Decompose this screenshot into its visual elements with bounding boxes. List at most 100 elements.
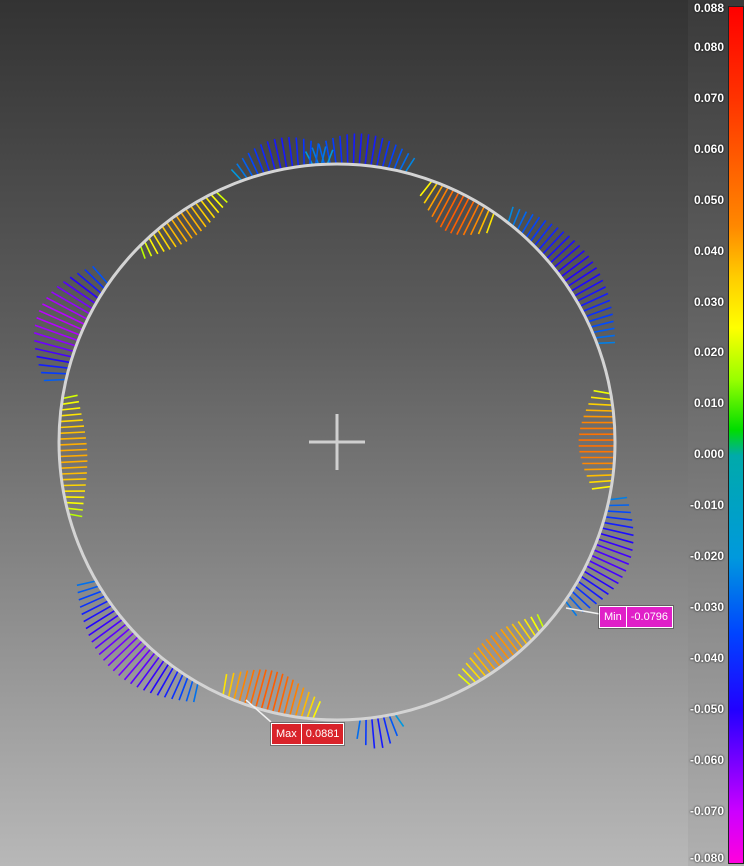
deviation-whisker [81, 599, 110, 616]
deviation-whisker [170, 218, 188, 242]
deviation-whisker [60, 466, 88, 469]
deviation-whisker [59, 448, 88, 452]
deviation-whisker [156, 666, 175, 696]
legend-tick-label: 0.070 [693, 90, 724, 105]
deviation-whisker [192, 682, 199, 703]
deviation-whisker [358, 133, 363, 165]
max-callout[interactable]: Max 0.0881 [271, 723, 345, 745]
deviation-whisker [593, 389, 611, 395]
deviation-whisker [590, 554, 627, 572]
deviation-whisker [596, 341, 616, 345]
deviation-whisker [84, 269, 106, 290]
deviation-whisker [376, 716, 384, 749]
legend-tick-label: -0.060 [689, 753, 724, 768]
deviation-whisker [295, 137, 300, 167]
deviation-whisker [36, 355, 71, 364]
max-callout-label: Max [272, 724, 302, 744]
deviation-whisker [590, 320, 614, 328]
deviation-whisker [576, 286, 606, 303]
deviation-whisker [586, 474, 614, 477]
deviation-whisker [608, 496, 628, 501]
deviation-whisker [533, 223, 553, 247]
deviation-whisker [222, 673, 228, 696]
legend-tick-label: 0.010 [693, 396, 724, 411]
legend-tick-label: 0.060 [693, 141, 724, 156]
deviation-whisker [381, 140, 391, 168]
legend-tick-label: -0.020 [689, 549, 724, 564]
deviation-whisker [592, 327, 615, 334]
deviation-whisker [185, 679, 194, 702]
deviation-whisker [60, 472, 87, 475]
max-callout-value: 0.0881 [305, 728, 340, 740]
legend-tick-label: -0.050 [689, 702, 724, 717]
deviation-whisker [83, 604, 113, 623]
legend-tick-label: 0.030 [693, 294, 724, 309]
deviation-whisker [607, 504, 630, 507]
deviation-whisker [227, 672, 235, 699]
deviation-whisker [271, 673, 284, 713]
deviation-whisker [60, 407, 81, 411]
deviation-whisker [352, 133, 356, 165]
legend-tick-label: 0.080 [693, 39, 724, 54]
deviation-whisker [254, 669, 267, 709]
deviation-whisker [66, 507, 83, 511]
deviation-whisker [511, 623, 528, 646]
deviation-whisker [180, 211, 198, 236]
deviation-whisker [602, 521, 634, 529]
deviation-whisker [62, 394, 78, 400]
deviation-whisker [61, 478, 87, 481]
deviation-whisker [536, 613, 545, 629]
deviation-whisker [590, 396, 612, 401]
deviation-whisker [594, 334, 615, 339]
deviation-whisker [339, 135, 343, 165]
deviation-whisker [511, 208, 521, 227]
min-callout-value: -0.0796 [630, 611, 669, 623]
deviation-whisker [332, 137, 337, 165]
deviation-whisker [143, 241, 153, 257]
deviation-whisker [570, 273, 601, 293]
deviation-whisker [382, 715, 392, 744]
deviation-whisker [346, 134, 349, 165]
deviation-whisker [65, 501, 84, 505]
deviation-whisker [62, 484, 86, 487]
deviation-whisker [175, 214, 193, 239]
deviation-whisker [43, 378, 67, 382]
deviation-whisker [462, 202, 481, 236]
legend-tick-label: -0.030 [689, 600, 724, 615]
deviation-whisker [394, 713, 405, 727]
deviation-viewport[interactable]: Max 0.0881 Min -0.0796 0.088 0.080 0.070 0.… [0, 0, 744, 866]
legend-tick-label: 0.020 [693, 345, 724, 360]
deviation-whisker [469, 657, 487, 678]
deviation-whisker [477, 647, 497, 671]
deviation-whisker [59, 431, 86, 435]
legend-tick-label: 0.050 [693, 192, 724, 207]
deviation-whisker [604, 516, 633, 521]
deviation-whisker [517, 621, 533, 642]
deviation-whisker [606, 510, 631, 514]
deviation-whisker [260, 670, 273, 710]
deviation-whisker [61, 400, 80, 406]
deviation-whisker [312, 700, 322, 720]
deviation-whisker [204, 196, 220, 214]
min-callout[interactable]: Min -0.0796 [599, 606, 674, 628]
center-cross-icon [309, 414, 365, 470]
deviation-whisker [580, 575, 609, 595]
deviation-whisker [505, 626, 524, 650]
deviation-whisker [500, 628, 520, 653]
deviation-whisker [194, 202, 211, 223]
deviation-whisker [58, 442, 87, 446]
deviation-whisker [388, 714, 399, 737]
legend-tick-label: -0.080 [689, 851, 724, 865]
deviation-whisker [589, 479, 613, 484]
deviation-whisker [58, 437, 86, 440]
deviation-whisker [59, 419, 83, 423]
deviation-whisker [571, 590, 591, 609]
min-leader-line [565, 607, 601, 615]
deviation-whisker [233, 671, 242, 701]
deviation-whisker [485, 212, 495, 234]
colorbar [728, 6, 744, 864]
deviation-whisker [266, 671, 279, 712]
deviation-whisker [34, 324, 79, 342]
deviation-whisker [404, 157, 416, 173]
deviation-whisker [189, 205, 207, 228]
